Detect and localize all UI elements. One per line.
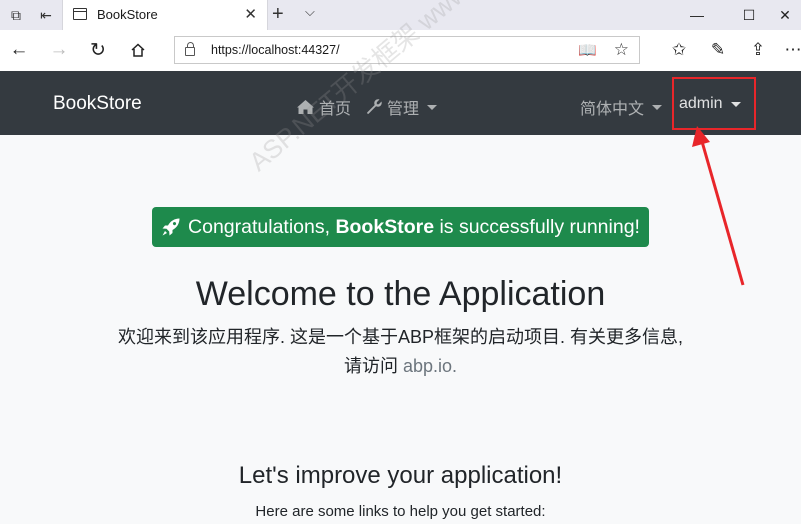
url-text: https://localhost:44327/ (211, 43, 340, 57)
chevron-down-icon (427, 104, 438, 110)
welcome-heading: Welcome to the Application (195, 275, 606, 313)
browser-tab[interactable]: BookStore ✕ (62, 0, 268, 30)
forward-arrow-icon[interactable]: → (47, 38, 71, 62)
tab-list-chevron-icon[interactable]: ⌵ (305, 4, 315, 20)
annotation-highlight-box (672, 77, 756, 130)
chevron-down-icon (652, 104, 663, 110)
minimize-button[interactable]: — (677, 4, 717, 26)
refresh-icon[interactable]: ↻ (86, 38, 110, 62)
maximize-button[interactable]: ☐ (729, 4, 769, 26)
favorites-list-icon[interactable]: ✩ (668, 39, 690, 61)
more-icon[interactable]: ⋯ (782, 39, 801, 61)
language-label: 简体中文 (580, 101, 645, 118)
favorite-star-icon[interactable]: ☆ (614, 40, 629, 60)
lead-paragraph: 欢迎来到该应用程序. 这是一个基于ABP框架的启动项目. 有关更多信息, 请访问… (108, 323, 693, 381)
pen-icon[interactable]: ✎ (707, 39, 729, 61)
back-arrow-icon[interactable]: ← (7, 38, 31, 62)
nav-home[interactable]: 首页 (296, 95, 351, 119)
tab-actions-icon[interactable]: ⧉ (6, 5, 26, 25)
browser-toolbar: ← → ↻ https://localhost:44327/ 📖 ☆ ✩ ✎ ⇪… (0, 30, 801, 72)
lock-icon (185, 42, 195, 56)
close-window-button[interactable]: ✕ (765, 4, 801, 26)
nav-admin-menu[interactable]: 管理 (366, 95, 438, 119)
language-switcher[interactable]: 简体中文 (580, 95, 663, 119)
alert-suffix: is successfully running! (434, 215, 640, 238)
tab-back-icon[interactable]: ⇤ (36, 5, 56, 25)
abp-link[interactable]: abp.io. (403, 356, 457, 376)
links-intro: Here are some links to help you get star… (255, 503, 546, 520)
nav-home-label: 首页 (319, 101, 352, 118)
alert-brand: BookStore (335, 215, 435, 238)
new-tab-button[interactable]: + (272, 3, 284, 26)
share-icon[interactable]: ⇪ (747, 39, 769, 61)
improve-heading: Let's improve your application! (238, 462, 563, 489)
brand-link[interactable]: BookStore (53, 93, 142, 115)
home-icon (297, 100, 314, 114)
success-alert: Congratulations, BookStore is successful… (152, 207, 649, 247)
alert-prefix: Congratulations, (188, 215, 336, 238)
nav-admin-label: 管理 (387, 101, 420, 118)
reading-view-icon[interactable]: 📖 (578, 41, 597, 59)
browser-titlebar: ⧉ ⇤ BookStore ✕ + ⌵ — ☐ ✕ (0, 0, 801, 30)
tab-title: BookStore (97, 7, 158, 22)
address-bar[interactable]: https://localhost:44327/ 📖 ☆ (174, 36, 640, 64)
home-icon[interactable] (126, 38, 150, 62)
wrench-icon (367, 99, 382, 114)
tab-close-icon[interactable]: ✕ (244, 5, 257, 23)
page-icon (73, 8, 87, 20)
lead-text: 欢迎来到该应用程序. 这是一个基于ABP框架的启动项目. 有关更多信息, 请访问 (117, 327, 684, 376)
rocket-icon (162, 218, 180, 236)
